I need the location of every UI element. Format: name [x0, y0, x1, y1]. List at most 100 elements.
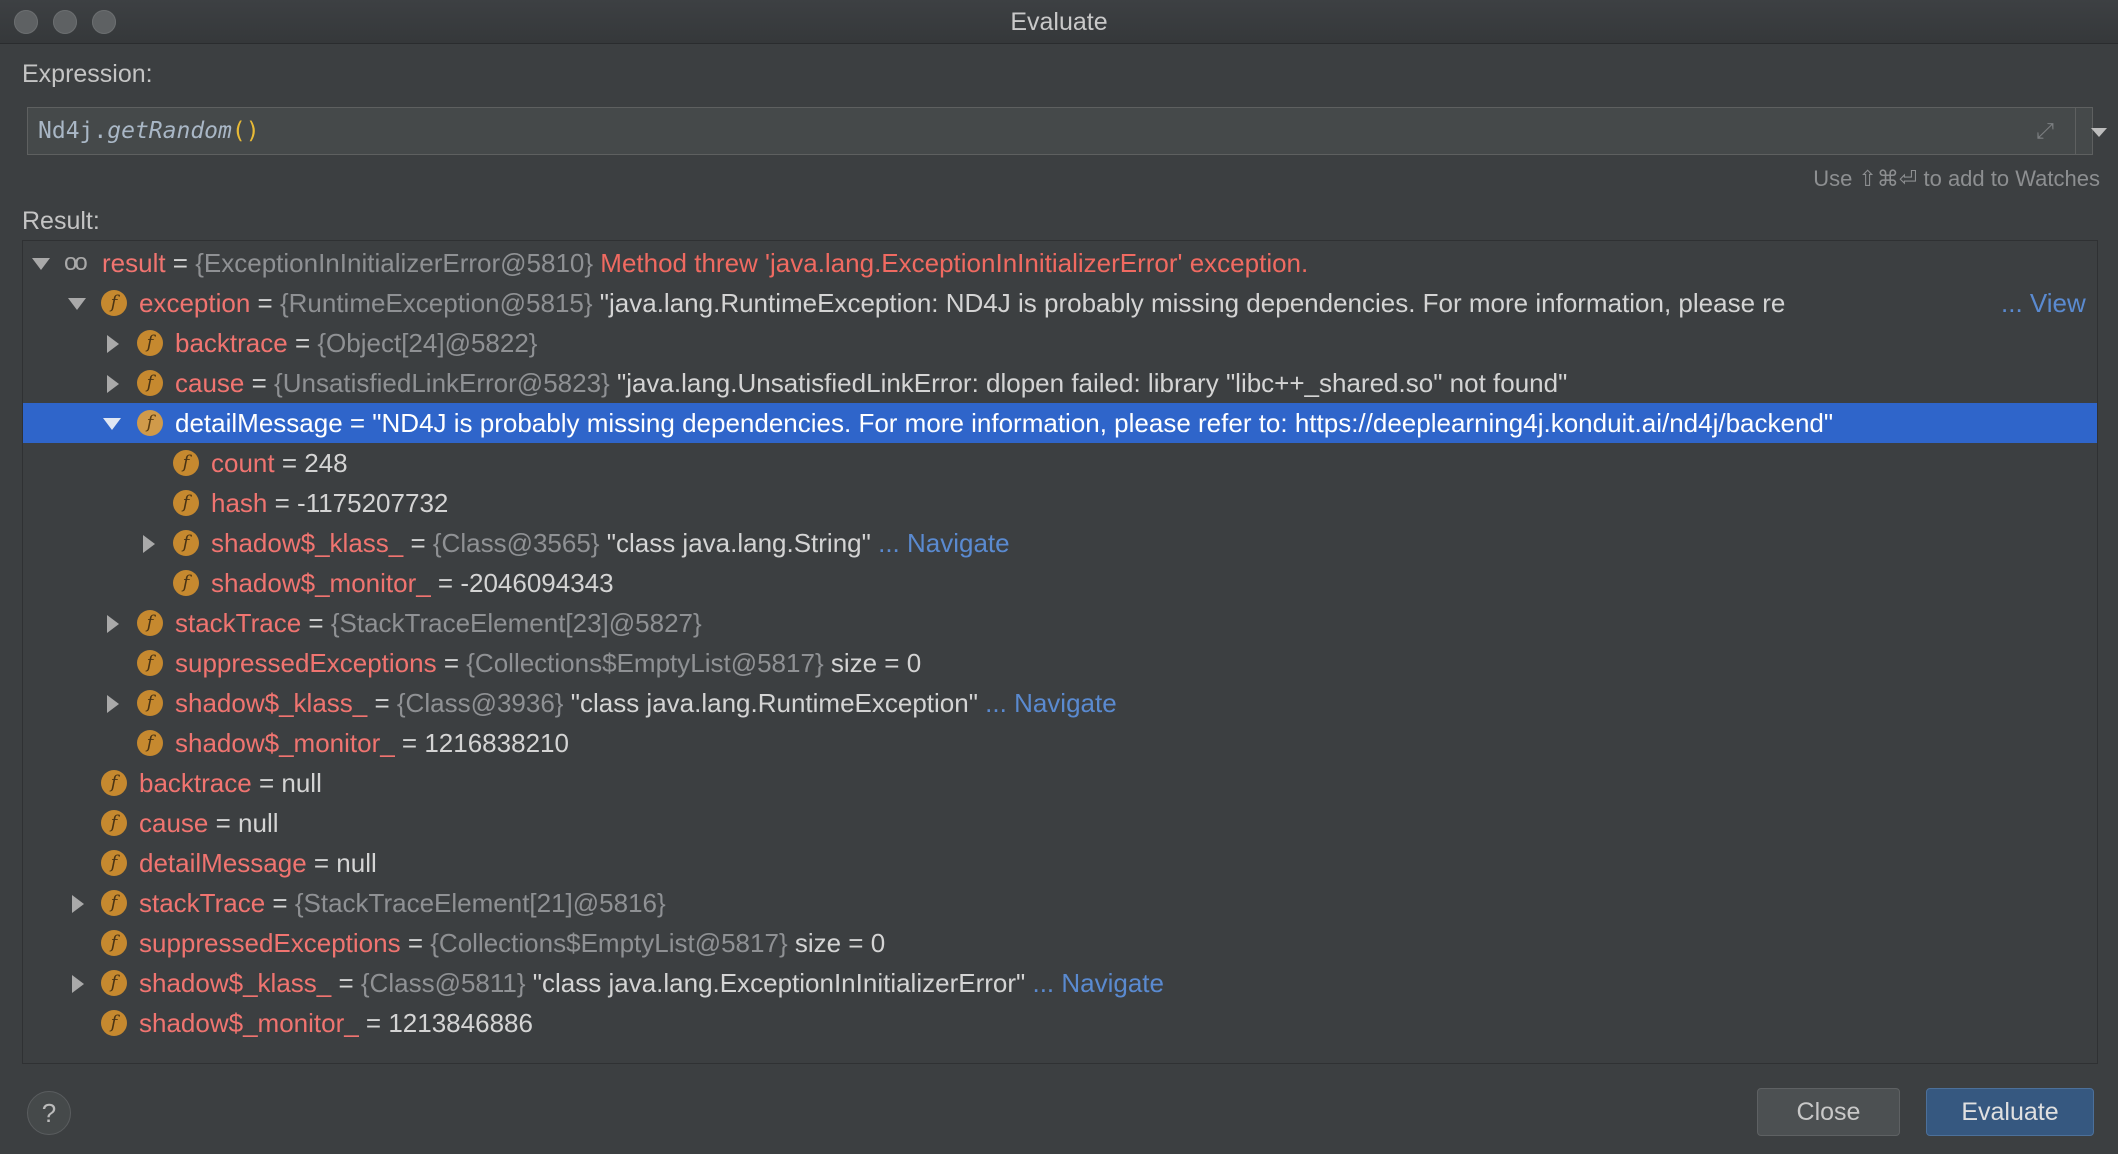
tree-row[interactable]: f stackTrace = {StackTraceElement[23]@58…: [23, 603, 2097, 643]
field-icon: f: [101, 930, 127, 956]
field-icon: f: [137, 650, 163, 676]
var-name: shadow$_klass_: [139, 968, 332, 998]
var-name: shadow$_klass_: [175, 688, 368, 718]
expand-arrow-icon[interactable]: [101, 363, 125, 403]
navigate-link[interactable]: ... Navigate: [978, 688, 1117, 718]
row-text: result = {ExceptionInInitializerError@58…: [102, 243, 1308, 283]
field-icon: f: [101, 850, 127, 876]
expression-label: Expression:: [22, 60, 153, 88]
var-type: {UnsatisfiedLinkError@5823}: [274, 368, 610, 398]
row-text: suppressedExceptions = {Collections$Empt…: [139, 923, 885, 963]
tree-row[interactable]: f shadow$_monitor_ = 1216838210: [23, 723, 2097, 763]
expression-method: getRandom: [107, 118, 232, 144]
var-value: null: [336, 848, 377, 878]
expression-input[interactable]: Nd4j.getRandom() ⤢: [27, 107, 2107, 155]
row-text: cause = {UnsatisfiedLinkError@5823} "jav…: [175, 363, 1567, 403]
tree-row[interactable]: f backtrace = {Object[24]@5822}: [23, 323, 2097, 363]
tree-row[interactable]: f stackTrace = {StackTraceElement[21]@58…: [23, 883, 2097, 923]
navigate-link[interactable]: ... Navigate: [871, 528, 1010, 558]
tree-row[interactable]: f shadow$_klass_ = {Class@3936} "class j…: [23, 683, 2097, 723]
result-tree[interactable]: oo result = {ExceptionInInitializerError…: [22, 240, 2098, 1064]
tree-row[interactable]: f hash = -1175207732: [23, 483, 2097, 523]
row-text: stackTrace = {StackTraceElement[23]@5827…: [175, 603, 702, 643]
equals: =: [287, 328, 318, 358]
error-message: Method threw 'java.lang.ExceptionInIniti…: [593, 248, 1309, 278]
var-name: shadow$_monitor_: [139, 1008, 359, 1038]
var-name: shadow$_klass_: [211, 528, 404, 558]
field-icon: f: [173, 490, 199, 516]
field-icon: f: [137, 730, 163, 756]
expand-arrow-icon[interactable]: [101, 603, 125, 643]
tree-row[interactable]: f suppressedExceptions = {Collections$Em…: [23, 923, 2097, 963]
tree-row[interactable]: oo result = {ExceptionInInitializerError…: [23, 243, 2097, 283]
equals: =: [403, 528, 433, 558]
var-type: {Class@3565}: [432, 528, 600, 558]
watches-hint: Use ⇧⌘⏎ to add to Watches: [1813, 166, 2100, 191]
tree-row[interactable]: f backtrace = null: [23, 763, 2097, 803]
history-dropdown-button[interactable]: [2076, 108, 2118, 154]
row-text: detailMessage = "ND4J is probably missin…: [175, 403, 1833, 443]
navigate-link[interactable]: ... Navigate: [1025, 968, 1164, 998]
tree-row[interactable]: f shadow$_klass_ = {Class@3565} "class j…: [23, 523, 2097, 563]
field-icon: f: [173, 530, 199, 556]
view-link[interactable]: ... View: [1999, 283, 2086, 323]
equals: =: [244, 368, 275, 398]
tree-row[interactable]: f exception = {RuntimeException@5815} "j…: [23, 283, 2097, 323]
field-icon: f: [137, 370, 163, 396]
row-text: count = 248: [211, 443, 348, 483]
collapse-arrow-icon[interactable]: [30, 243, 54, 283]
tree-row[interactable]: f shadow$_klass_ = {Class@5811} "class j…: [23, 963, 2097, 1003]
tree-row[interactable]: f cause = {UnsatisfiedLinkError@5823} "j…: [23, 363, 2097, 403]
expand-arrow-icon[interactable]: [101, 323, 125, 363]
var-value: "ND4J is probably missing dependencies. …: [372, 408, 1834, 438]
row-text: stackTrace = {StackTraceElement[21]@5816…: [139, 883, 666, 923]
var-name: shadow$_monitor_: [211, 568, 431, 598]
tree-row[interactable]: f cause = null: [23, 803, 2097, 843]
equals: =: [274, 448, 305, 478]
var-type: {StackTraceElement[23]@5827}: [330, 608, 702, 638]
var-value: 1216838210: [424, 728, 569, 758]
equals: =: [331, 968, 361, 998]
expression-parens: (): [231, 118, 260, 144]
close-button[interactable]: Close: [1757, 1088, 1900, 1136]
tree-row[interactable]: f shadow$_monitor_ = 1213846886: [23, 1003, 2097, 1043]
field-icon: f: [101, 1010, 127, 1036]
expand-icon[interactable]: ⤢: [2032, 118, 2058, 144]
field-icon: f: [137, 410, 163, 436]
var-value: "class java.lang.String": [599, 528, 871, 558]
equals: =: [430, 568, 461, 598]
row-text: backtrace = {Object[24]@5822}: [175, 323, 538, 363]
var-type: {Object[24]@5822}: [317, 328, 538, 358]
expand-arrow-icon[interactable]: [101, 683, 125, 723]
field-icon: f: [101, 970, 127, 996]
equals: =: [400, 928, 431, 958]
tree-row-selected[interactable]: f detailMessage = "ND4J is probably miss…: [23, 403, 2097, 443]
tree-row[interactable]: f shadow$_monitor_ = -2046094343: [23, 563, 2097, 603]
var-type: {StackTraceElement[21]@5816}: [294, 888, 666, 918]
var-type: {Collections$EmptyList@5817}: [430, 928, 788, 958]
field-icon: f: [101, 770, 127, 796]
var-value: size = 0: [787, 928, 886, 958]
var-value: null: [238, 808, 279, 838]
var-name: cause: [175, 368, 245, 398]
var-type: {ExceptionInInitializerError@5810}: [195, 248, 594, 278]
var-value: "java.lang.RuntimeException: ND4J is pro…: [592, 288, 1786, 318]
var-name: backtrace: [175, 328, 288, 358]
expand-arrow-icon[interactable]: [66, 883, 90, 923]
evaluate-button[interactable]: Evaluate: [1926, 1088, 2094, 1136]
tree-row[interactable]: f suppressedExceptions = {Collections$Em…: [23, 643, 2097, 683]
expression-text[interactable]: Nd4j.getRandom(): [38, 108, 260, 154]
expand-arrow-icon[interactable]: [66, 963, 90, 1003]
tree-row[interactable]: f detailMessage = null: [23, 843, 2097, 883]
help-button[interactable]: ?: [27, 1091, 71, 1135]
tree-row[interactable]: f count = 248: [23, 443, 2097, 483]
collapse-arrow-icon[interactable]: [101, 403, 125, 443]
window-title: Evaluate: [1010, 8, 1108, 36]
var-type: {Class@3936}: [396, 688, 564, 718]
collapse-arrow-icon[interactable]: [66, 283, 90, 323]
field-icon: f: [173, 570, 199, 596]
field-icon: f: [137, 690, 163, 716]
equals: =: [394, 728, 425, 758]
expand-arrow-icon[interactable]: [137, 523, 161, 563]
var-value: 1213846886: [388, 1008, 533, 1038]
